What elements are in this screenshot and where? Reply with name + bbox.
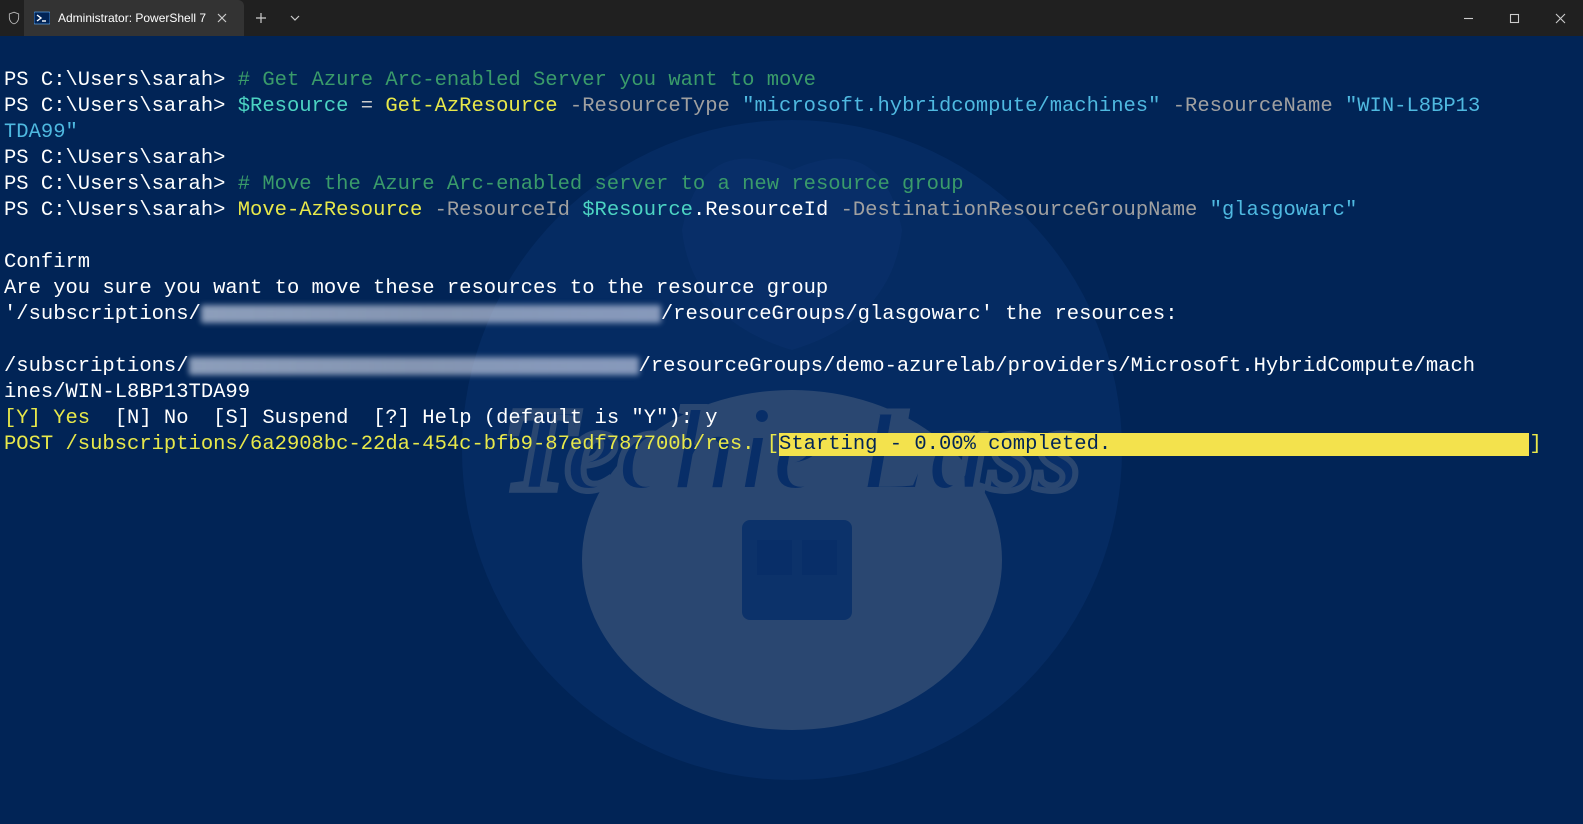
prompt-option-help: [?] Help (default is "Y"): — [373, 407, 705, 430]
resource-target-path: '/subscriptions/ — [4, 303, 201, 326]
http-post-line: POST /subscriptions/6a2908bc-22da-454c-b… — [4, 433, 754, 456]
resource-source-path: ines/WIN-L8BP13TDA99 — [4, 381, 250, 404]
terminal-tab[interactable]: Administrator: PowerShell 7 — [24, 0, 244, 36]
prompt: PS C:\Users\sarah> — [4, 173, 225, 196]
uac-shield-icon — [0, 0, 24, 36]
confirm-header: Confirm — [4, 251, 90, 274]
prompt: PS C:\Users\sarah> — [4, 69, 225, 92]
powershell-icon — [34, 10, 50, 26]
prompt: PS C:\Users\sarah> — [4, 147, 225, 170]
prompt-option-suspend: [S] Suspend — [213, 407, 373, 430]
progress-fill — [1111, 433, 1529, 456]
parameter: -ResourceName — [1160, 95, 1345, 118]
cmdlet: Move-AzResource — [238, 199, 423, 222]
string-literal: "WIN-L8BP13 — [1345, 95, 1480, 118]
parameter: -ResourceType — [558, 95, 743, 118]
user-input: y — [705, 407, 717, 430]
variable: $Resource — [582, 199, 693, 222]
terminal-body[interactable]: PS C:\Users\sarah> # Get Azure Arc-enabl… — [0, 36, 1583, 462]
resource-source-path: /resourceGroups/demo-azurelab/providers/… — [639, 355, 1476, 378]
window-controls — [1445, 0, 1583, 36]
resource-source-path: /subscriptions/ — [4, 355, 189, 378]
new-tab-button[interactable] — [244, 0, 278, 36]
prompt: PS C:\Users\sarah> — [4, 95, 225, 118]
bracket: ] — [1529, 433, 1541, 456]
prompt-option-yes: [Y] Yes — [4, 407, 115, 430]
string-literal: TDA99" — [4, 121, 78, 144]
window-titlebar: Administrator: PowerShell 7 — [0, 0, 1583, 36]
minimize-button[interactable] — [1445, 0, 1491, 36]
string-literal: "glasgowarc" — [1210, 199, 1358, 222]
resource-target-path: /resourceGroups/glasgowarc' the resource… — [661, 303, 1178, 326]
confirm-question: Are you sure you want to move these reso… — [4, 277, 828, 300]
close-window-button[interactable] — [1537, 0, 1583, 36]
comment-line: # Move the Azure Arc-enabled server to a… — [238, 173, 964, 196]
string-literal: "microsoft.hybridcompute/machines" — [742, 95, 1160, 118]
prompt: PS C:\Users\sarah> — [4, 199, 225, 222]
parameter: -DestinationResourceGroupName — [828, 199, 1209, 222]
maximize-button[interactable] — [1491, 0, 1537, 36]
tab-close-icon[interactable] — [214, 10, 230, 26]
operator: = — [348, 95, 385, 118]
variable: $Resource — [238, 95, 349, 118]
bracket: [ — [754, 433, 779, 456]
redacted-subscription-id — [189, 357, 639, 375]
tab-dropdown-button[interactable] — [278, 0, 312, 36]
parameter: -ResourceId — [422, 199, 582, 222]
prompt-option-no: [N] No — [115, 407, 213, 430]
progress-status: Starting - 0.00% completed. — [779, 433, 1111, 456]
redacted-subscription-id — [201, 305, 661, 323]
cmdlet: Get-AzResource — [385, 95, 557, 118]
comment-line: # Get Azure Arc-enabled Server you want … — [238, 69, 816, 92]
tab-title: Administrator: PowerShell 7 — [58, 11, 206, 25]
member-access: .ResourceId — [693, 199, 828, 222]
